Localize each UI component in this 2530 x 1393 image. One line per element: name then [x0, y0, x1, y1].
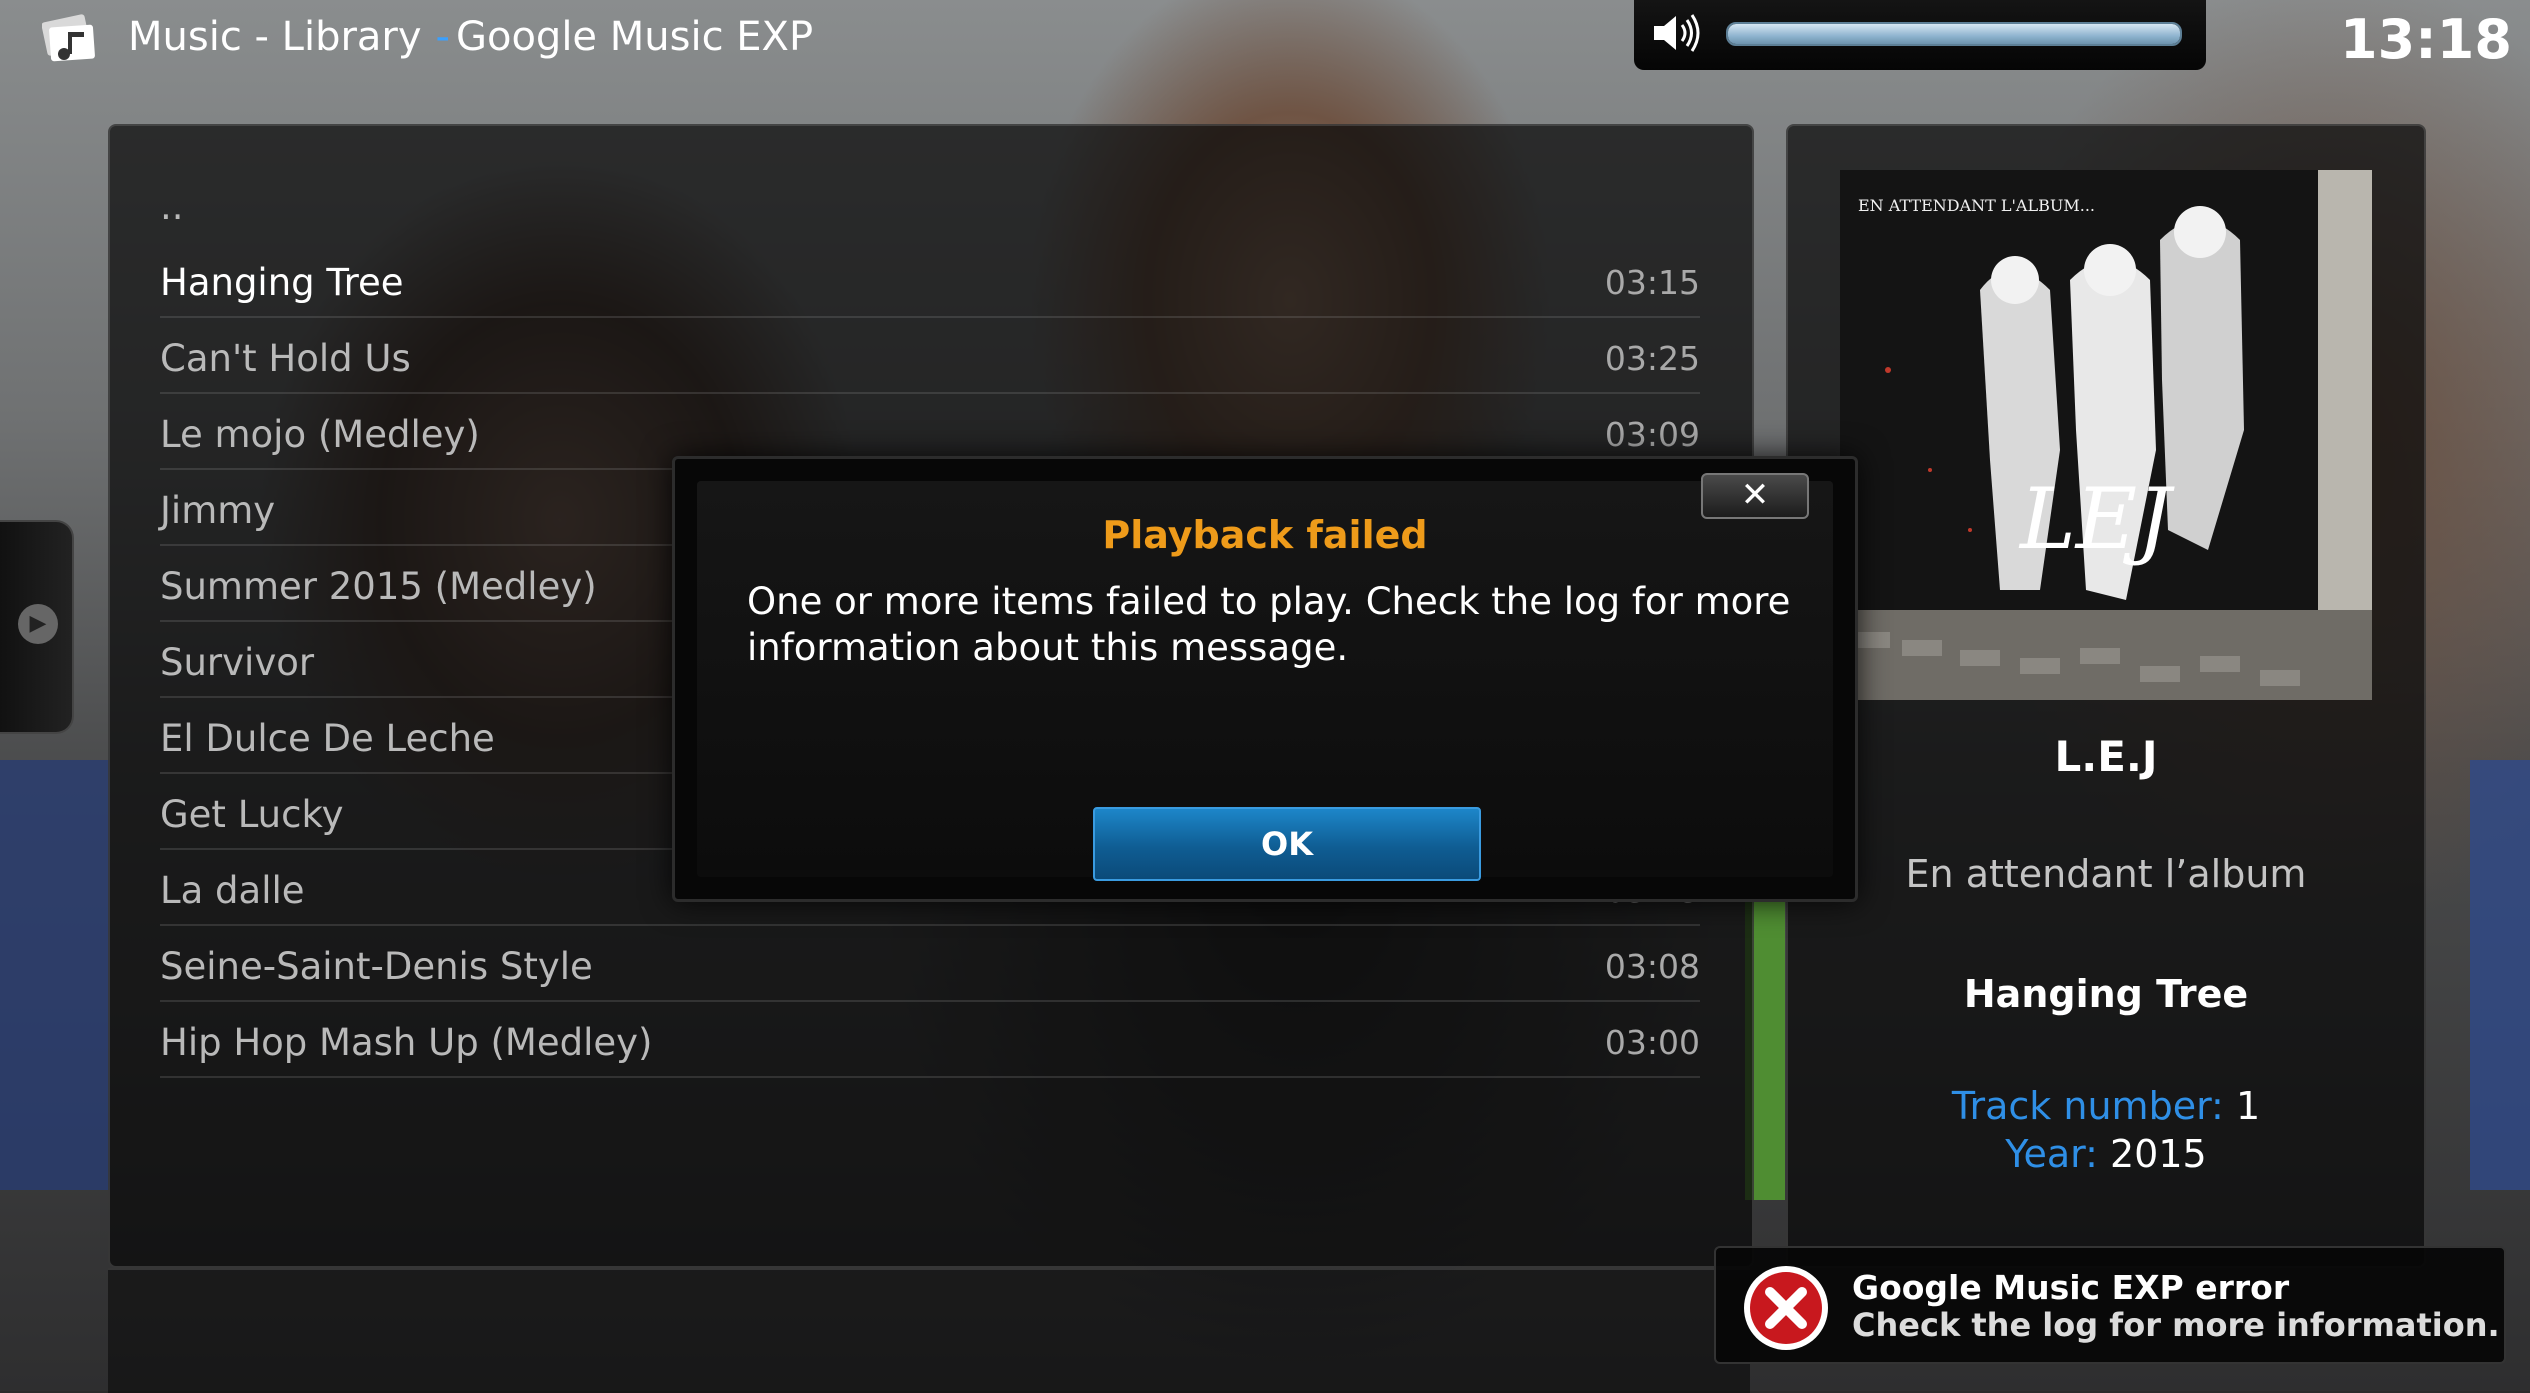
album-cover: EN ATTENDANT L'ALBUM... LEJ: [1840, 170, 2372, 700]
dialog-body: Playback failed One or more items failed…: [697, 481, 1833, 881]
volume-slider-fill: [1728, 24, 2180, 44]
dialog-message: One or more items failed to play. Check …: [747, 580, 1791, 669]
song-duration: 03:25: [1604, 339, 1700, 378]
volume-overlay: [1634, 0, 2206, 70]
song-title: Le mojo (Medley): [160, 413, 480, 456]
playback-failed-dialog: Playback failed One or more items failed…: [672, 456, 1858, 902]
year-line: Year: 2015: [1788, 1132, 2424, 1176]
song-title: Survivor: [160, 641, 315, 684]
top-bar: Music - Library - Google Music EXP 13:18: [0, 0, 2530, 80]
addon-label: Google Music EXP: [455, 14, 814, 60]
track-number-label: Track number:: [1951, 1084, 2224, 1128]
background-jacket-left: [0, 760, 110, 1190]
footer-bar: [108, 1268, 1750, 1393]
list-item[interactable]: Hip Hop Mash Up (Medley) 03:00: [160, 1000, 1700, 1078]
song-title: La dalle: [160, 869, 305, 912]
year-label: Year:: [2005, 1132, 2098, 1176]
close-icon[interactable]: ✕: [1701, 473, 1809, 519]
ok-button[interactable]: OK: [1093, 807, 1481, 881]
dialog-title: Playback failed: [1102, 513, 1428, 557]
side-menu-handle[interactable]: ▶: [0, 520, 74, 734]
song-title: Get Lucky: [160, 793, 344, 836]
notification-title: Google Music EXP error: [1852, 1268, 2290, 1307]
clock: 13:18: [2340, 8, 2512, 71]
song-info-panel: EN ATTENDANT L'ALBUM... LEJ L.E.J En att…: [1786, 124, 2426, 1268]
section-label: Music - Library: [128, 14, 422, 60]
cover-caption: EN ATTENDANT L'ALBUM...: [1858, 196, 2095, 215]
page-title: Music - Library - Google Music EXP: [128, 14, 813, 60]
title-separator: -: [435, 14, 450, 60]
song-title: Summer 2015 (Medley): [160, 565, 597, 608]
music-library-icon: [41, 12, 102, 68]
song-duration: 03:09: [1604, 415, 1700, 454]
list-item[interactable]: Hanging Tree 03:15: [160, 240, 1700, 318]
background-jacket-right: [2470, 760, 2530, 1190]
volume-slider[interactable]: [1726, 22, 2182, 46]
cover-logo: LEJ: [2020, 470, 2171, 568]
error-notification: Google Music EXP error Check the log for…: [1714, 1246, 2506, 1364]
parent-folder-label: ..: [160, 185, 184, 228]
album-name: En attendant l’album: [1905, 852, 2307, 896]
list-item[interactable]: Seine-Saint-Denis Style 03:08: [160, 924, 1700, 1002]
notification-message: Check the log for more information.: [1852, 1306, 2500, 1344]
song-title: Jimmy: [160, 489, 276, 532]
track-number-value: 1: [2235, 1084, 2261, 1128]
error-icon: [1742, 1264, 1830, 1352]
song-title: Hanging Tree: [160, 261, 404, 304]
year-value: 2015: [2109, 1132, 2207, 1176]
song-title: Hip Hop Mash Up (Medley): [160, 1021, 653, 1064]
song-duration: 03:08: [1604, 947, 1700, 986]
list-item[interactable]: Can't Hold Us 03:25: [160, 316, 1700, 394]
speaker-icon: [1650, 10, 1702, 56]
track-number-line: Track number: 1: [1788, 1084, 2424, 1128]
song-duration: 03:15: [1604, 263, 1700, 302]
parent-folder-item[interactable]: ..: [160, 164, 1700, 240]
song-title: El Dulce De Leche: [160, 717, 495, 760]
song-title: Seine-Saint-Denis Style: [160, 945, 593, 988]
song-duration: 03:00: [1604, 1023, 1700, 1062]
chevron-right-icon: ▶: [18, 604, 58, 644]
song-name: Hanging Tree: [1963, 972, 2249, 1016]
song-title: Can't Hold Us: [160, 337, 411, 380]
artist-name: L.E.J: [2054, 732, 2158, 781]
